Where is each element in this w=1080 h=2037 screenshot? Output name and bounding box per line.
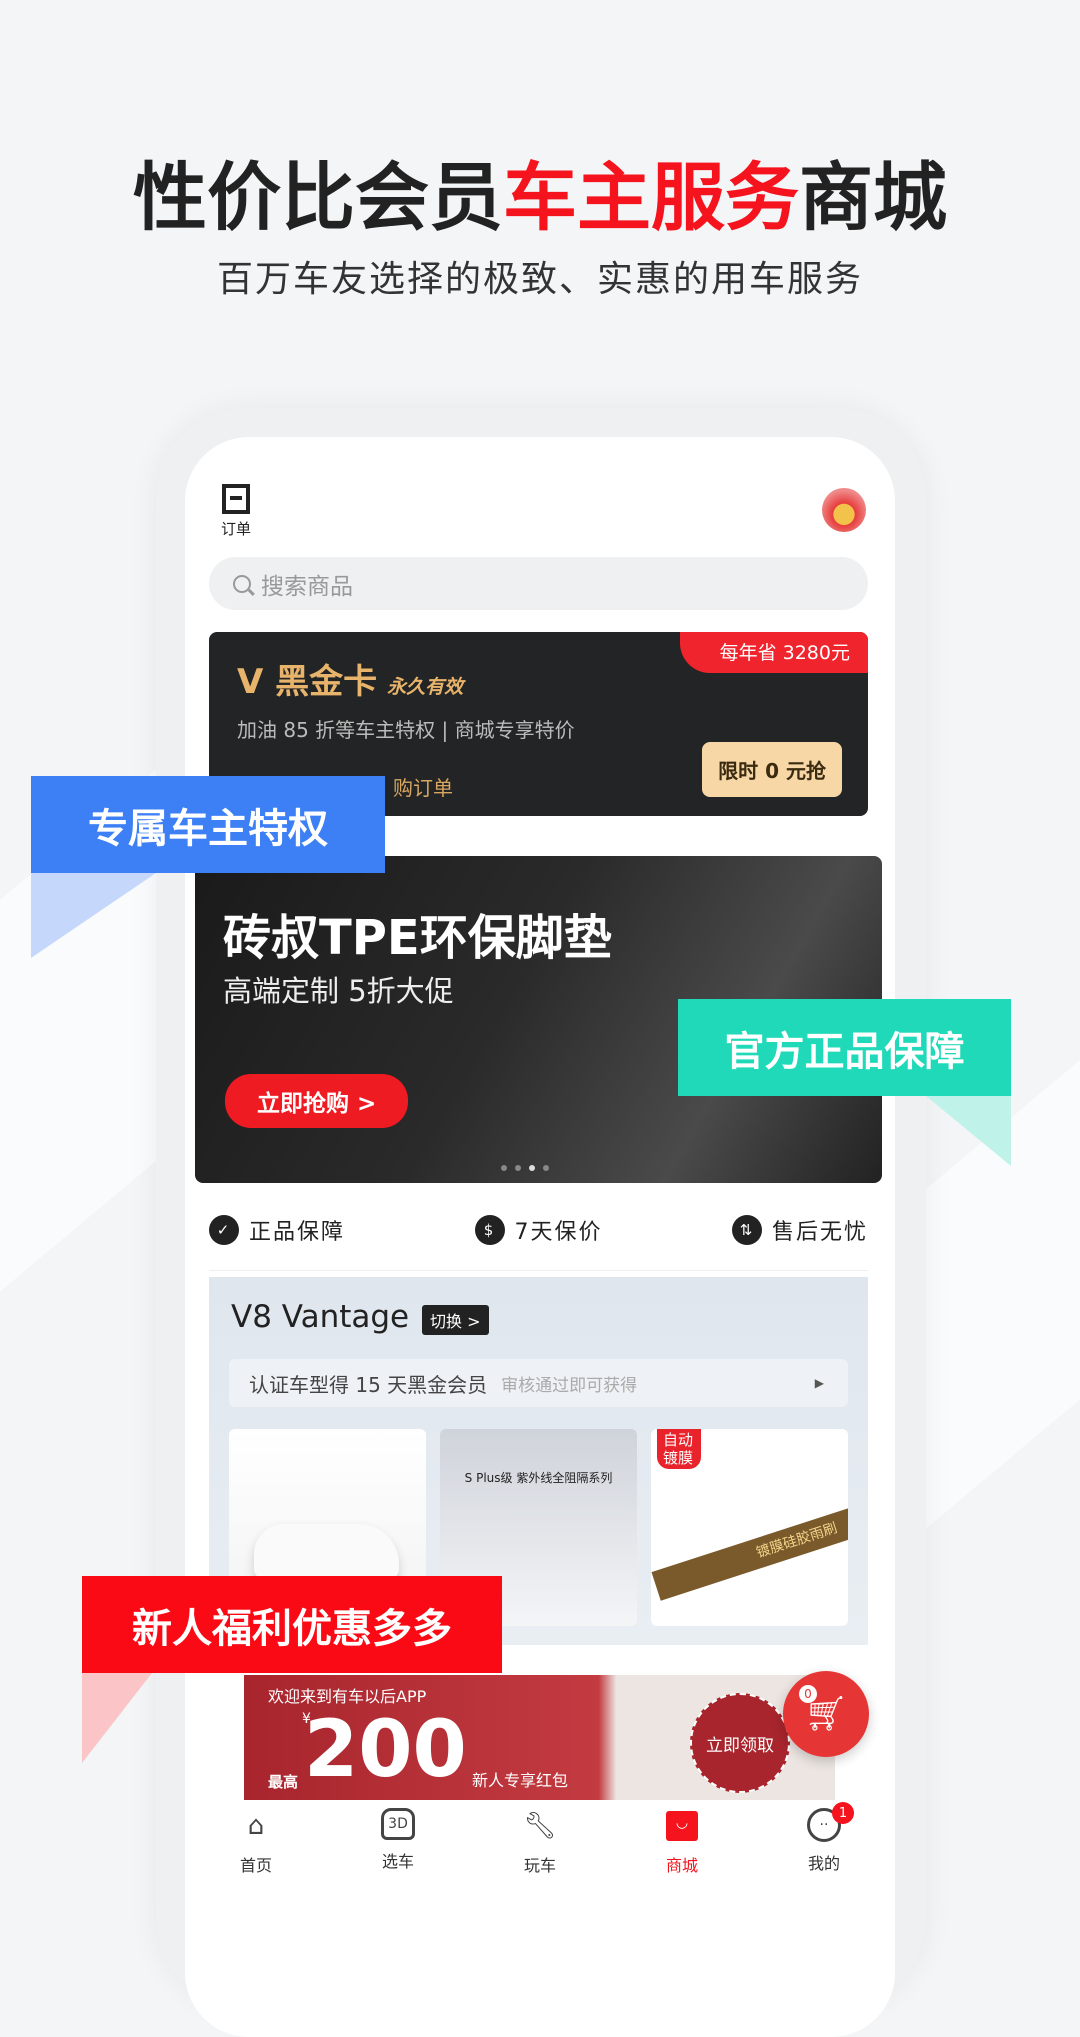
- carousel-dots: [501, 1165, 549, 1171]
- product-tag: 自动镀膜: [657, 1429, 701, 1469]
- tab-home[interactable]: ⌂ 首页: [206, 1808, 306, 1876]
- vip-brand: V 黑金卡 永久有效: [237, 662, 464, 702]
- product-card[interactable]: 自动镀膜 镀膜硅胶雨刷: [651, 1429, 848, 1626]
- tab-mall[interactable]: ◡ 商城: [632, 1808, 732, 1876]
- shield-check-icon: ✓: [209, 1215, 239, 1245]
- callout-genuine-guarantee: 官方正品保障: [678, 999, 1011, 1096]
- search-placeholder: 搜索商品: [261, 573, 353, 600]
- guarantee-row: ✓ 正品保障 $7天保价 ⇅ 售后无忧: [209, 1214, 868, 1246]
- tab-choose-car[interactable]: 3D 选车: [348, 1808, 448, 1876]
- guarantee-aftersale: ⇅ 售后无忧: [731, 1214, 868, 1246]
- wrench-circle-icon: ⇅: [731, 1215, 762, 1245]
- tab-profile[interactable]: ·· 我的 1: [774, 1802, 874, 1876]
- guarantee-price: $7天保价: [474, 1214, 603, 1246]
- callout-shadow: [31, 873, 156, 958]
- claim-button[interactable]: 立即领取: [690, 1693, 790, 1793]
- divider: [209, 1270, 868, 1271]
- search-icon: [233, 574, 251, 593]
- savings-badge: 每年省 3280元: [679, 632, 868, 673]
- order-icon: [222, 484, 250, 514]
- home-icon: ⌂: [247, 1811, 265, 1841]
- vip-desc: 加油 85 折等车主特权 | 商城专享特价: [237, 718, 575, 742]
- buy-now-button[interactable]: 立即抢购 >: [225, 1074, 409, 1128]
- cart-count: 0: [799, 1685, 817, 1703]
- tab-bar: ⌂ 首页 3D 选车 🔧︎ 玩车 ◡ 商城 ·· 我的 1: [185, 1802, 895, 1876]
- max-label: 最高: [268, 1773, 299, 1791]
- vehicle-name: V8 Vantage: [231, 1299, 410, 1335]
- vip-orders: 购订单: [393, 776, 453, 800]
- banner-subtitle: 高端定制 5折大促: [223, 974, 454, 1008]
- red-envelope-icon[interactable]: [822, 488, 866, 532]
- certify-vehicle-row[interactable]: 认证车型得 15 天黑金会员 审核通过即可获得 ▶: [229, 1359, 848, 1407]
- car-3d-icon: 3D: [381, 1808, 415, 1840]
- callout-shadow: [82, 1673, 152, 1763]
- packet-label: 新人专享红包: [472, 1771, 569, 1790]
- shopping-bag-icon: ◡: [664, 1808, 700, 1844]
- banner-title: 砖叔TPE环保脚垫: [223, 910, 612, 966]
- wrench-icon: 🔧︎: [523, 1811, 557, 1841]
- diamond-dollar-icon: $: [474, 1215, 505, 1245]
- page-headline: 性价比会员车主服务商城: [133, 155, 947, 241]
- vip-claim-button[interactable]: 限时 0 元抢: [702, 742, 842, 797]
- callout-newcomer-benefits: 新人福利优惠多多: [82, 1576, 502, 1673]
- chevron-right-icon: ▶: [814, 1376, 824, 1390]
- orders-button[interactable]: 订单: [216, 484, 256, 539]
- packet-amount: 200: [304, 1705, 467, 1795]
- search-input[interactable]: 搜索商品: [209, 557, 868, 610]
- switch-vehicle-button[interactable]: 切换 >: [422, 1305, 489, 1335]
- callout-owner-privileges: 专属车主特权: [31, 776, 385, 873]
- cart-button[interactable]: 0 🛒︎: [783, 1671, 869, 1757]
- orders-label: 订单: [220, 520, 251, 538]
- guarantee-genuine: ✓ 正品保障: [209, 1214, 345, 1246]
- tab-play-car[interactable]: 🔧︎ 玩车: [490, 1808, 590, 1876]
- callout-shadow: [926, 1096, 1011, 1166]
- notification-badge: 1: [832, 1802, 854, 1824]
- welcome-text: 欢迎来到有车以后APP: [268, 1687, 427, 1706]
- page-subtitle: 百万车友选择的极致、实惠的用车服务: [216, 259, 863, 300]
- newcomer-red-packet[interactable]: 欢迎来到有车以后APP ¥ 最高 200 新人专享红包 立即领取: [244, 1675, 835, 1800]
